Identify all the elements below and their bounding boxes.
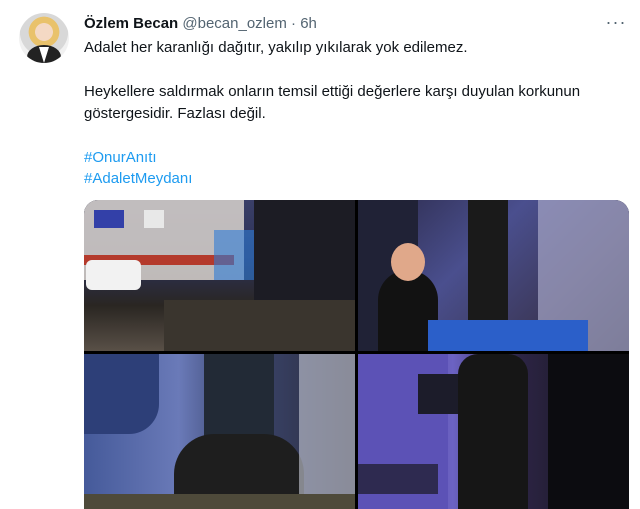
separator-dot: · [291,15,297,32]
tweet-photo[interactable] [358,200,629,351]
hashtag-link[interactable]: #AdaletMeydanı [84,169,192,189]
tweet-photo[interactable] [84,354,355,509]
tweet: Özlem Becan @becan_ozlem · 6h ··· Adalet… [0,0,640,509]
more-horizontal-icon[interactable]: ··· [604,12,628,36]
tweet-time[interactable]: 6h [300,15,317,32]
tweet-photo[interactable] [358,354,629,509]
author-handle[interactable]: @becan_ozlem [182,15,286,32]
tweet-header: Özlem Becan @becan_ozlem · 6h [84,14,317,34]
tweet-text-line-3: göstergesidir. Fazlası değil. [84,105,266,122]
media-grid [84,200,629,509]
tweet-text-line-1: Adalet her karanlığı dağıtır, yakılıp yı… [84,39,468,56]
hashtag-link[interactable]: #OnurAnıtı [84,148,157,168]
author-name[interactable]: Özlem Becan [84,15,178,32]
avatar[interactable] [19,13,69,63]
tweet-text-line-2: Heykellere saldırmak onların temsil etti… [84,83,581,100]
tweet-photo[interactable] [84,200,355,351]
